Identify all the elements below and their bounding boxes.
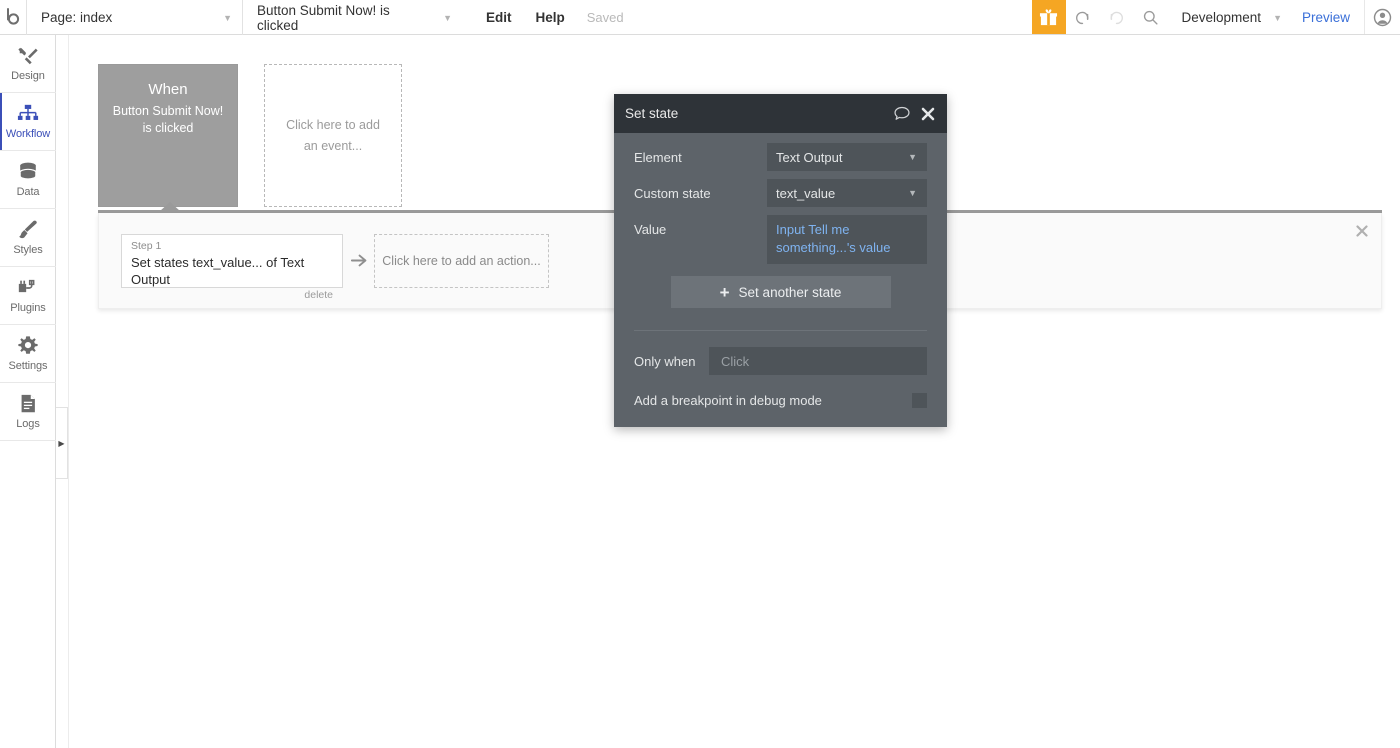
step-title: Set states text_value... of Text Output xyxy=(131,255,305,287)
add-action-label: Click here to add an action... xyxy=(382,254,541,268)
version-selector[interactable]: Development ▼ xyxy=(1168,0,1288,35)
design-tools-icon xyxy=(17,45,39,67)
sidebar-item-data[interactable]: Data xyxy=(0,151,56,209)
element-dropdown[interactable]: Text Output ▼ xyxy=(767,143,927,171)
page-selector-label: Page: index xyxy=(41,10,113,25)
step-number-label: Step 1 xyxy=(131,240,162,252)
canvas-divider xyxy=(68,35,69,748)
modal-title: Set state xyxy=(625,106,679,121)
database-icon xyxy=(17,161,39,183)
preview-button[interactable]: Preview xyxy=(1288,0,1364,35)
document-logs-icon xyxy=(17,393,39,415)
sidebar-item-label: Workflow xyxy=(5,128,51,140)
only-when-row: Only when Click xyxy=(634,347,927,375)
set-state-modal: Set state Element Text Output ▼ Custom s… xyxy=(614,94,947,427)
chevron-down-icon: ▼ xyxy=(1273,12,1282,23)
chevron-down-icon: ▼ xyxy=(223,12,232,23)
arrow-right-icon xyxy=(350,253,369,271)
when-event-title: When xyxy=(148,81,188,98)
sidebar-item-label: Styles xyxy=(13,244,43,256)
bubble-logo-icon[interactable] xyxy=(0,0,26,34)
sidebar-item-design[interactable]: Design xyxy=(0,35,56,93)
sidebar-item-plugins[interactable]: Plugins xyxy=(0,267,56,325)
custom-state-dropdown[interactable]: text_value ▼ xyxy=(767,179,927,207)
custom-state-row: Custom state text_value ▼ xyxy=(634,179,927,207)
sidebar-item-label: Logs xyxy=(16,418,40,430)
save-status: Saved xyxy=(586,9,624,25)
close-icon[interactable] xyxy=(1356,225,1368,240)
when-event-subtitle: Button Submit Now! is clicked xyxy=(112,104,224,135)
event-selector-label: Button Submit Now! is clicked xyxy=(257,2,390,33)
only-when-placeholder: Click xyxy=(721,353,750,369)
breakpoint-checkbox[interactable] xyxy=(912,393,927,408)
top-toolbar: Page: index ▼ Button Submit Now! is clic… xyxy=(0,0,1400,35)
when-event-box[interactable]: When Button Submit Now! is clicked xyxy=(98,64,238,207)
custom-state-label: Custom state xyxy=(634,186,711,201)
modal-header-actions xyxy=(894,106,935,121)
chevron-down-icon: ▼ xyxy=(443,12,452,23)
breakpoint-label: Add a breakpoint in debug mode xyxy=(634,393,822,408)
workflow-hierarchy-icon xyxy=(17,103,39,125)
undo-icon[interactable] xyxy=(1066,0,1100,34)
custom-state-value: text_value xyxy=(776,185,836,201)
value-expression-field[interactable]: Input Tell me something...'s value xyxy=(767,215,927,264)
gift-icon[interactable] xyxy=(1031,0,1066,34)
element-value: Text Output xyxy=(776,149,843,165)
set-another-state-label: Set another state xyxy=(738,284,842,300)
add-event-placeholder[interactable]: Click here to add an event... xyxy=(264,64,402,207)
plugin-icon xyxy=(17,277,39,299)
sidebar-collapse-toggle[interactable]: ▶ xyxy=(56,407,68,479)
paintbrush-icon xyxy=(17,219,39,241)
left-sidebar: Design Workflow Data Styles Plugins Sett… xyxy=(0,35,68,748)
element-label: Element xyxy=(634,150,682,165)
only-when-label: Only when xyxy=(634,353,696,369)
only-when-input[interactable]: Click xyxy=(709,347,927,375)
help-menu[interactable]: Help xyxy=(524,0,577,35)
redo-icon xyxy=(1100,0,1134,34)
sidebar-item-logs[interactable]: Logs xyxy=(0,383,56,441)
step-delete-link[interactable]: delete xyxy=(131,289,333,302)
sidebar-item-label: Design xyxy=(11,70,45,82)
version-label: Development xyxy=(1181,10,1262,25)
sidebar-item-label: Plugins xyxy=(10,302,46,314)
modal-footer: Only when Click Add a breakpoint in debu… xyxy=(614,347,947,408)
gear-icon xyxy=(17,335,39,357)
sidebar-item-label: Data xyxy=(16,186,40,198)
page-selector[interactable]: Page: index ▼ xyxy=(26,0,242,35)
user-avatar-icon[interactable] xyxy=(1364,0,1400,34)
action-step-1[interactable]: Step 1 Set states text_value... of Text … xyxy=(121,234,343,301)
modal-separator xyxy=(634,330,927,331)
add-event-label: Click here to add an event... xyxy=(286,117,380,153)
breakpoint-row[interactable]: Add a breakpoint in debug mode xyxy=(634,393,927,408)
set-another-state-row: + Set another state xyxy=(634,276,927,308)
close-icon[interactable] xyxy=(921,107,935,121)
element-row: Element Text Output ▼ xyxy=(634,143,927,171)
chevron-down-icon: ▼ xyxy=(908,188,917,198)
sidebar-item-settings[interactable]: Settings xyxy=(0,325,56,383)
add-action-placeholder[interactable]: Click here to add an action... xyxy=(374,234,549,288)
chevron-down-icon: ▼ xyxy=(908,152,917,162)
chevron-right-icon: ▶ xyxy=(58,438,65,448)
search-icon[interactable] xyxy=(1134,0,1168,34)
modal-header[interactable]: Set state xyxy=(614,94,947,133)
value-row: Value Input Tell me something...'s value xyxy=(634,215,927,264)
event-selector[interactable]: Button Submit Now! is clicked ▼ xyxy=(242,0,462,35)
plus-icon: + xyxy=(719,282,730,302)
sidebar-item-workflow[interactable]: Workflow xyxy=(0,93,56,151)
modal-body: Element Text Output ▼ Custom state text_… xyxy=(614,133,947,331)
set-another-state-button[interactable]: + Set another state xyxy=(670,276,891,308)
edit-menu[interactable]: Edit xyxy=(474,0,524,35)
sidebar-item-label: Settings xyxy=(8,360,48,372)
value-label: Value xyxy=(634,222,667,237)
sidebar-item-styles[interactable]: Styles xyxy=(0,209,56,267)
comment-bubble-icon[interactable] xyxy=(894,106,910,121)
